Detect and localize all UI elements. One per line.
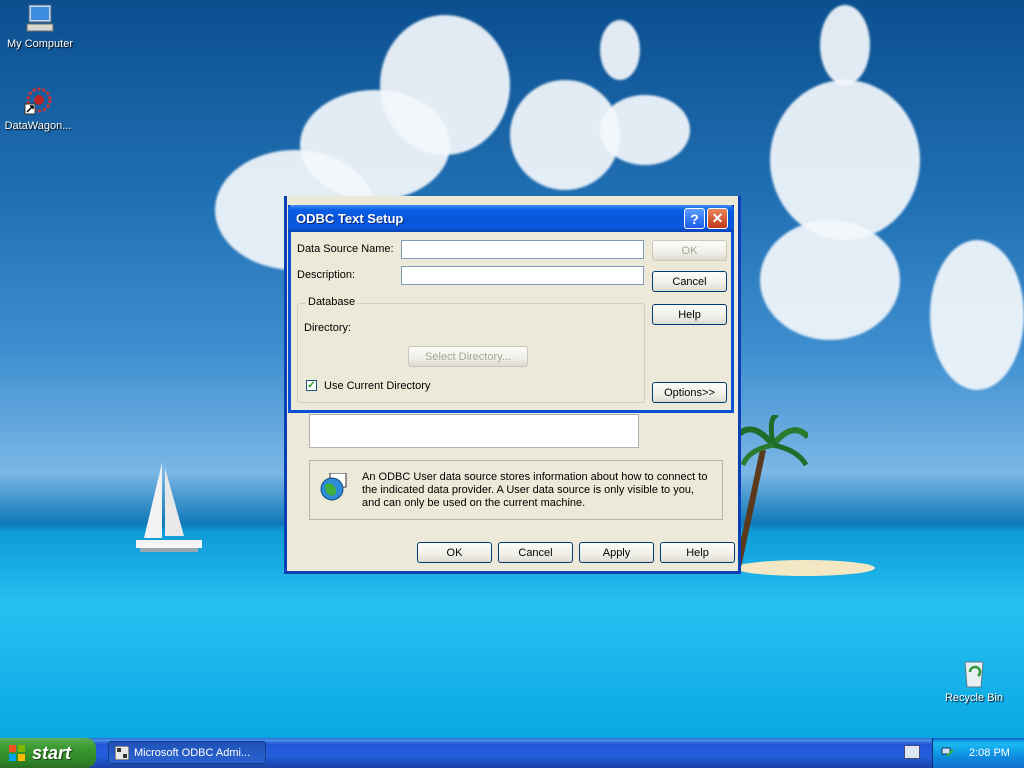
windows-logo-icon: [9, 745, 25, 761]
driver-list-area: [309, 414, 639, 448]
start-label: start: [32, 742, 72, 763]
island: [735, 560, 875, 576]
database-group-title: Database: [306, 296, 358, 308]
use-current-directory-checkbox[interactable]: ✓: [306, 380, 317, 391]
system-tray: 2:08 PM: [932, 738, 1024, 768]
taskbar-item-label: Microsoft ODBC Admi...: [134, 746, 251, 759]
title-close-button[interactable]: ✕: [707, 208, 728, 229]
dialog-title: ODBC Text Setup: [296, 211, 404, 226]
cloud: [820, 5, 870, 85]
palm-leaves: [738, 415, 808, 467]
sailboat: [136, 463, 202, 552]
use-current-directory-label: Use Current Directory: [324, 380, 431, 392]
taskbar: start Microsoft ODBC Admi... 2:08 PM: [0, 738, 1024, 768]
info-box: An ODBC User data source stores informat…: [309, 460, 723, 520]
cloud: [600, 20, 640, 80]
setup-help-button[interactable]: Help: [652, 304, 727, 325]
cloud: [770, 80, 920, 240]
cloud: [760, 220, 900, 340]
datawagon-icon: [24, 87, 52, 115]
checkmark-icon: ✓: [307, 380, 316, 391]
desktop-icon-datawagon[interactable]: DataWagon...: [0, 84, 78, 132]
info-text: An ODBC User data source stores informat…: [362, 471, 708, 509]
title-help-button[interactable]: ?: [684, 208, 705, 229]
setup-options-button[interactable]: Options>>: [652, 382, 727, 403]
odbc-app-icon: [115, 745, 129, 760]
start-button[interactable]: start: [0, 738, 96, 768]
directory-label: Directory:: [304, 322, 352, 334]
desktop-icon-label: DataWagon...: [4, 120, 72, 132]
close-icon: ✕: [711, 210, 724, 226]
data-source-name-input[interactable]: [401, 240, 644, 259]
desktop-icon-recycle-bin[interactable]: Recycle Bin: [934, 656, 1014, 704]
recycle-bin-icon: [964, 661, 984, 688]
taskbar-item-odbc-admin[interactable]: Microsoft ODBC Admi...: [108, 741, 266, 764]
computer-icon: [26, 4, 54, 32]
help-icon: ?: [690, 210, 699, 227]
data-source-name-label: Data Source Name:: [297, 243, 394, 255]
keyboard-icon[interactable]: [904, 745, 920, 759]
database-groupbox: Database Directory: Select Directory... …: [297, 296, 645, 403]
title-bar[interactable]: ODBC Text Setup ? ✕: [288, 205, 734, 232]
description-label: Description:: [297, 269, 356, 281]
desktop-icon-label: Recycle Bin: [944, 692, 1004, 704]
select-directory-button[interactable]: Select Directory...: [408, 346, 528, 367]
admin-apply-button[interactable]: Apply: [579, 542, 654, 563]
admin-help-button[interactable]: Help: [660, 542, 735, 563]
admin-cancel-button[interactable]: Cancel: [498, 542, 573, 563]
admin-ok-button[interactable]: OK: [417, 542, 492, 563]
cloud: [930, 240, 1024, 390]
clock[interactable]: 2:08 PM: [969, 747, 1010, 759]
setup-cancel-button[interactable]: Cancel: [652, 271, 727, 292]
desktop-icon-my-computer[interactable]: My Computer: [0, 2, 80, 50]
globe-info-icon: [320, 473, 347, 501]
description-input[interactable]: [401, 266, 644, 285]
odbc-text-setup-dialog: ODBC Text Setup ? ✕ Data Source Name: De…: [288, 205, 734, 413]
desktop-icon-label: My Computer: [6, 38, 74, 50]
cloud: [600, 95, 690, 165]
setup-ok-button[interactable]: OK: [652, 240, 727, 261]
network-icon[interactable]: [941, 746, 955, 760]
